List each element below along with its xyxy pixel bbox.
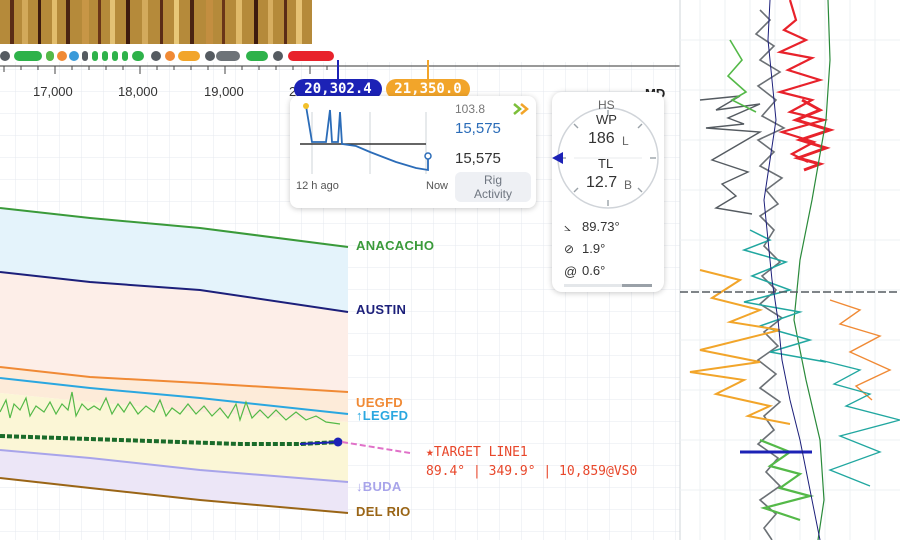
tl-value: 12.7: [586, 174, 618, 191]
rig-button-line1: Rig: [483, 173, 502, 187]
rig-top-value: 103.8: [455, 102, 486, 116]
formation-label-delrio: DEL RIO: [356, 504, 411, 519]
rig-activity-button[interactable]: Rig Activity: [455, 172, 531, 202]
dogleg-value: 0.6°: [582, 263, 606, 278]
image-log-strip: [0, 0, 312, 44]
depth-tick-label: 18,000: [118, 84, 158, 99]
formation-label-buda: ↓BUDA: [356, 479, 402, 494]
depth-tick-label: 17,000: [33, 84, 73, 99]
tl-suffix: B: [624, 178, 633, 192]
bit-position-marker[interactable]: [333, 437, 343, 447]
wp-value: 186: [588, 130, 615, 147]
rig-activity-sparkline: [300, 103, 432, 174]
azimuth-value: 1.9°: [582, 241, 606, 256]
inclination-icon: ⦣: [564, 220, 571, 234]
inclination-value: 89.73°: [582, 219, 620, 234]
wp-label: WP: [596, 112, 617, 127]
toolface-card[interactable]: HS WP 186 L TL 12.7 B ⦣ 89.73° ⊘ 1.9° @ …: [552, 92, 664, 292]
rig-value-secondary: 15,575: [455, 150, 501, 167]
drilling-dashboard: 17,000 18,000 19,000 2 20,302.4 21,350.0…: [0, 0, 900, 540]
azimuth-icon: ⊘: [564, 242, 575, 256]
card-indicator: [622, 284, 652, 287]
target-line-detail: 89.4° | 349.9° | 10,859@VS0: [426, 464, 638, 479]
log-panel: [679, 0, 900, 540]
compass-pointer-icon: [550, 150, 564, 171]
formation-label-anacacho: ANACACHO: [356, 238, 435, 253]
time-end-label: Now: [426, 180, 449, 192]
depth-tick-label: 19,000: [204, 84, 244, 99]
formation-label-austin: AUSTIN: [356, 302, 407, 317]
rig-value-primary: 15,575: [455, 120, 501, 137]
hs-label: HS: [598, 98, 615, 112]
target-line-label[interactable]: ★TARGET LINE1: [426, 445, 528, 460]
time-start-label: 12 h ago: [296, 180, 339, 192]
tl-label: TL: [598, 156, 614, 171]
rig-button-line2: Activity: [473, 187, 512, 201]
chevron-right-icon[interactable]: [512, 102, 534, 121]
wp-suffix: L: [622, 134, 629, 148]
dogleg-icon: @: [564, 264, 578, 279]
lithology-pills: [0, 51, 334, 61]
formation-label-legfd: ↑LEGFD: [356, 408, 409, 423]
